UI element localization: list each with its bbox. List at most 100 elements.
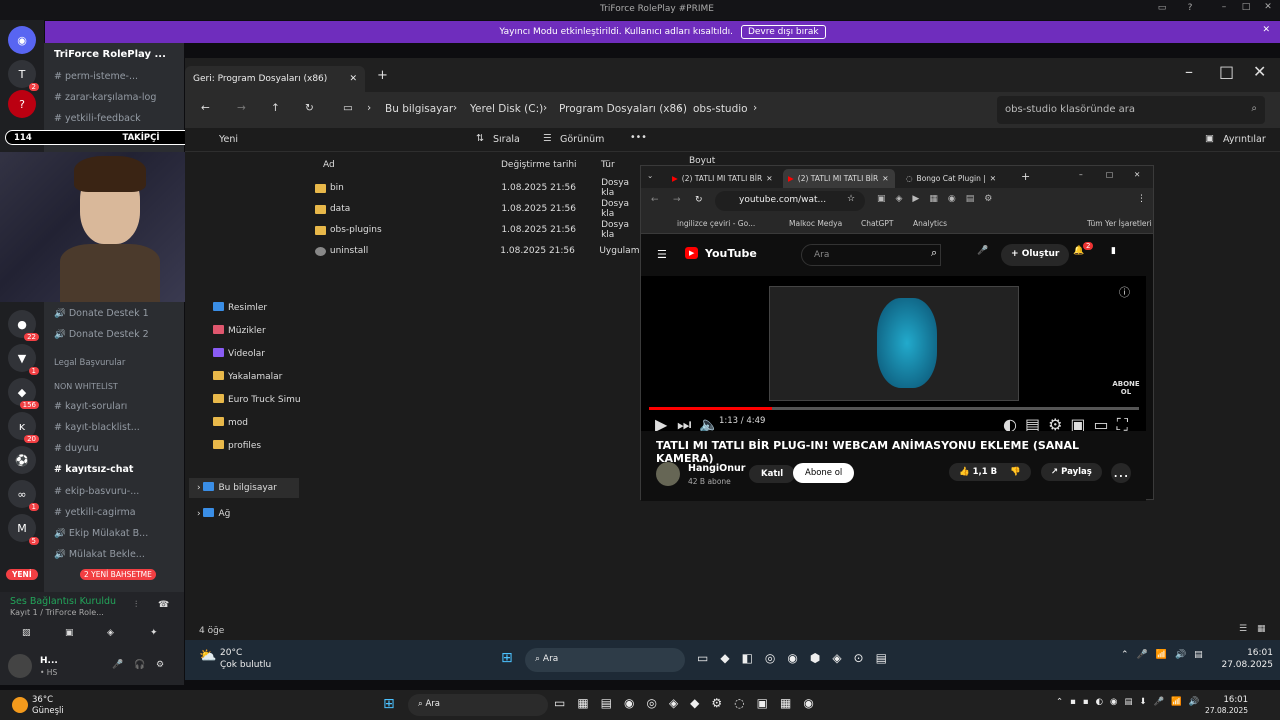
taskbar-app-icons[interactable]: ▭▦▤◉◎◈◆⚙◌▣▦◉: [554, 696, 904, 714]
weather-temp[interactable]: 36°C: [32, 695, 53, 705]
more-options-icon[interactable]: •••: [630, 132, 647, 143]
channel-item[interactable]: # ekip-basvuru-...: [54, 486, 182, 497]
menu-icon[interactable]: ☰: [657, 248, 667, 261]
close-tab-icon[interactable]: ✕: [990, 174, 996, 183]
breadcrumb-item[interactable]: Program Dosyaları (x86): [559, 103, 687, 115]
sort-icon[interactable]: ⇅: [476, 133, 484, 144]
info-icon[interactable]: ⓘ: [1119, 284, 1130, 300]
channel-item[interactable]: # duyuru: [54, 443, 182, 454]
maximize-icon[interactable]: □: [1106, 170, 1113, 179]
yt-search-input[interactable]: Ara: [801, 244, 941, 266]
browser-menu-icon[interactable]: ⋮: [1137, 194, 1146, 204]
server-icon[interactable]: M5: [8, 514, 39, 545]
breadcrumb-item[interactable]: obs-studio: [693, 103, 748, 115]
nav-tree-this-pc[interactable]: › Bu bilgisayar: [189, 478, 299, 498]
minimize-icon[interactable]: –: [1185, 62, 1193, 81]
file-row[interactable]: uninstall 1.08.2025 21:56 Uygulama: [315, 242, 645, 260]
close-tab-icon[interactable]: ✕: [882, 174, 888, 183]
subscribe-button[interactable]: Abone ol: [793, 463, 855, 483]
channel-item[interactable]: # yetkili-feedback: [54, 113, 182, 124]
nav-item[interactable]: Yakalamalar: [213, 371, 282, 382]
column-header-type[interactable]: Tür: [601, 160, 615, 170]
settings-gear-icon[interactable]: ⚙: [156, 660, 164, 670]
nav-item[interactable]: mod: [213, 417, 248, 428]
view-icon[interactable]: ☰: [543, 133, 552, 144]
bookmark-item[interactable]: ChatGPT: [861, 219, 893, 228]
channel-item[interactable]: # kayıt-blacklist...: [54, 422, 182, 433]
server-icon[interactable]: ?: [8, 90, 36, 118]
server-icon[interactable]: T2: [8, 60, 39, 91]
channel-item[interactable]: 🔊 Donate Destek 2: [54, 329, 182, 340]
new-unreads-pill[interactable]: YENİ: [6, 569, 38, 580]
channel-item[interactable]: # yetkili-cagirma: [54, 507, 182, 518]
weather-desc[interactable]: Çok bulutlu: [220, 660, 271, 670]
bookmark-icon[interactable]: ▮: [1111, 246, 1116, 256]
create-button[interactable]: + Oluştur: [1001, 244, 1070, 266]
refresh-icon[interactable]: ↻: [305, 102, 314, 114]
sort-button[interactable]: Sırala: [493, 134, 520, 145]
video-player[interactable]: ⓘ ABONE OL ▶ ⏭ 🔈 1:13 / 4:49 ◐▤⚙▣▭⛶: [641, 276, 1146, 434]
category-legal[interactable]: Legal Başvurular: [54, 358, 182, 368]
clock-date[interactable]: 27.08.2025: [1198, 706, 1248, 715]
taskbar-search[interactable]: ⌕ Ara: [525, 648, 685, 672]
channel-item[interactable]: 🔊 Mülakat Bekle...: [54, 549, 182, 560]
tiles-view-icon[interactable]: ▦: [1257, 624, 1266, 634]
taskbar-search[interactable]: ⌕ Ara: [408, 694, 548, 716]
discord-home-icon[interactable]: ◉: [8, 26, 36, 54]
join-button[interactable]: Katıl: [749, 465, 796, 483]
soundboard-icon[interactable]: ✦: [150, 628, 158, 638]
windows-start-icon[interactable]: ⊞: [383, 696, 395, 712]
signal-icon[interactable]: ⫶: [135, 600, 137, 610]
details-view-icon[interactable]: ☰: [1239, 624, 1247, 634]
disable-streamer-mode-button[interactable]: Devre dışı bırak: [740, 25, 826, 39]
bookmark-item[interactable]: Malkoc Medya: [789, 219, 842, 228]
nav-tree-network[interactable]: › Ağ: [197, 508, 230, 519]
nav-item[interactable]: Videolar: [213, 348, 265, 359]
minimize-icon[interactable]: –: [1218, 2, 1230, 12]
maximize-icon[interactable]: □: [1240, 2, 1252, 12]
nav-item[interactable]: profiles: [213, 440, 261, 451]
back-arrow-icon[interactable]: ←: [201, 102, 210, 114]
headphones-icon[interactable]: 🎧: [134, 660, 145, 670]
disconnect-icon[interactable]: ☎: [158, 600, 169, 610]
avatar[interactable]: [8, 654, 32, 678]
server-icon[interactable]: ∞ 1: [8, 480, 39, 511]
close-window-icon[interactable]: ✕: [1253, 62, 1266, 81]
forward-arrow-icon[interactable]: →: [673, 195, 681, 205]
weather-sun-icon[interactable]: [12, 697, 28, 713]
server-icon[interactable]: ⚽: [8, 446, 36, 474]
close-window-icon[interactable]: ✕: [1134, 170, 1140, 179]
weather-temp[interactable]: 20°C: [220, 648, 242, 658]
search-icon[interactable]: ⌕: [931, 246, 937, 260]
back-arrow-icon[interactable]: ←: [651, 195, 659, 205]
server-icon[interactable]: ◆ 156: [8, 378, 39, 409]
column-header-date[interactable]: Değiştirme tarihi: [501, 160, 577, 170]
nav-item[interactable]: Müzikler: [213, 325, 266, 336]
channel-item[interactable]: 🔊 Ekip Mülakat B...: [54, 528, 182, 539]
taskbar-app-icons[interactable]: ▭◆◧◎◉⬢◈⊙▤: [697, 651, 977, 669]
inbox-icon[interactable]: ▭: [1156, 3, 1168, 13]
windows-start-icon[interactable]: ⊞: [501, 650, 513, 666]
browser-tab[interactable]: ▶ (2) TATLI MI TATLI BİR ✕: [667, 169, 779, 188]
tab-search-icon[interactable]: ⌄: [647, 171, 653, 180]
channel-item[interactable]: # perm-isteme-...: [54, 71, 182, 82]
search-input[interactable]: obs-studio klasöründe ara ⌕: [997, 96, 1265, 124]
clock-time[interactable]: 16:01: [1222, 695, 1249, 705]
view-button[interactable]: Görünüm: [560, 134, 604, 145]
forward-arrow-icon[interactable]: →: [237, 102, 246, 114]
nav-item[interactable]: Euro Truck Simulato: [213, 394, 301, 405]
server-icon[interactable]: ● 22: [8, 310, 39, 341]
camera-off-icon[interactable]: ▨: [22, 628, 31, 638]
breadcrumb-item[interactable]: Yerel Disk (C:): [470, 103, 543, 115]
server-icon[interactable]: ▼ 1: [8, 344, 39, 375]
close-icon[interactable]: ✕: [1262, 2, 1274, 12]
browser-tab[interactable]: ◌ Bongo Cat Plugin | ✕: [901, 169, 1013, 188]
new-button[interactable]: Yeni: [219, 134, 238, 145]
activity-icon[interactable]: ◈: [107, 628, 114, 638]
help-icon[interactable]: ?: [1184, 3, 1196, 13]
column-header-name[interactable]: Ad: [323, 160, 335, 170]
extension-icons[interactable]: ▣◈▶▦◉▤⚙: [877, 194, 1137, 204]
clock-time[interactable]: 16:01: [1233, 648, 1273, 658]
url-input[interactable]: youtube.com/wat...: [715, 191, 865, 211]
channel-name[interactable]: HangiOnur: [688, 463, 745, 474]
